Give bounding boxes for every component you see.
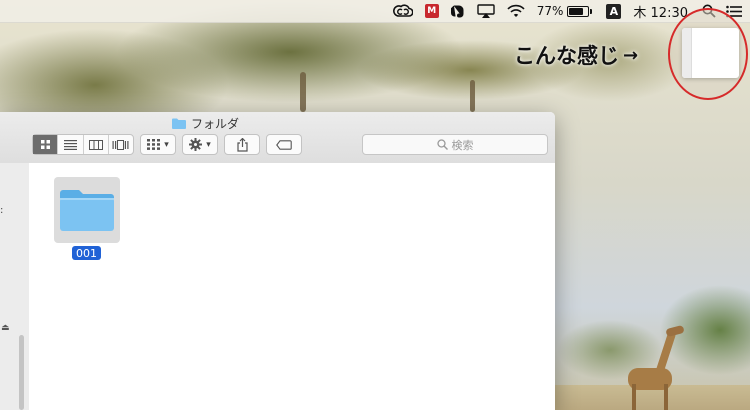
mcafee-icon[interactable]: M bbox=[424, 0, 439, 22]
chevron-down-icon: ▾ bbox=[164, 139, 169, 150]
battery-fill bbox=[569, 7, 583, 15]
list-view-button[interactable] bbox=[58, 135, 84, 154]
battery-status[interactable]: 77% bbox=[537, 0, 593, 22]
column-view-icon bbox=[88, 139, 103, 150]
view-mode-selector bbox=[32, 134, 134, 155]
menubar-clock[interactable]: 木 12:30 bbox=[633, 0, 688, 22]
creative-cloud-icon[interactable] bbox=[392, 0, 413, 22]
arrange-icon bbox=[147, 139, 161, 150]
sidebar-scrollbar[interactable] bbox=[19, 335, 24, 410]
column-view-button[interactable] bbox=[84, 135, 109, 154]
window-title: フォルダ bbox=[172, 115, 239, 131]
tree-trunk bbox=[470, 80, 475, 112]
arrange-button[interactable]: ▾ bbox=[140, 134, 176, 155]
annotation-text: こんな感じ bbox=[514, 44, 619, 68]
wifi-icon[interactable] bbox=[507, 0, 525, 22]
finder-sidebar[interactable]: : ⏏ bbox=[0, 163, 30, 410]
giraffe-leg bbox=[664, 384, 668, 410]
cover-flow-view-button[interactable] bbox=[109, 135, 133, 154]
arrow-icon: → bbox=[623, 44, 639, 66]
icon-view-button[interactable] bbox=[33, 135, 59, 154]
file-browser-area[interactable]: 001 bbox=[29, 163, 555, 410]
minimized-window-preview[interactable] bbox=[682, 28, 739, 78]
tags-button[interactable] bbox=[266, 134, 302, 155]
folder-name-label[interactable]: 001 bbox=[72, 246, 101, 260]
battery-icon bbox=[567, 5, 590, 17]
tree-trunk bbox=[300, 72, 306, 112]
battery-tip bbox=[590, 8, 593, 14]
search-field[interactable]: 検索 bbox=[362, 134, 548, 155]
list-view-icon bbox=[63, 139, 77, 150]
battery-percent: 77% bbox=[536, 4, 564, 18]
tag-icon bbox=[276, 139, 292, 150]
mcafee-letter: M bbox=[424, 4, 439, 18]
action-menu-button[interactable]: ▾ bbox=[182, 134, 218, 155]
gear-icon bbox=[189, 138, 203, 151]
search-icon bbox=[436, 139, 448, 150]
clock-text: 木 12:30 bbox=[633, 5, 688, 21]
folder-icon bbox=[60, 190, 114, 231]
eject-icon[interactable]: ⏏ bbox=[1, 323, 10, 333]
sidebar-partial-item: : bbox=[0, 205, 4, 216]
cover-flow-icon bbox=[112, 139, 129, 150]
evernote-icon[interactable] bbox=[450, 0, 465, 22]
folder-icon bbox=[172, 118, 186, 129]
share-icon bbox=[236, 137, 248, 152]
icon-view-icon bbox=[40, 140, 50, 149]
chevron-down-icon: ▾ bbox=[206, 139, 211, 150]
input-source-menu[interactable]: A bbox=[606, 0, 622, 22]
input-source-icon: A bbox=[606, 3, 622, 19]
menu-bar: M 77% A 木 12:30 bbox=[0, 0, 750, 23]
finder-toolbar: フォルダ ▾ ▾ 検索 bbox=[0, 112, 555, 164]
search-placeholder: 検索 bbox=[451, 138, 474, 152]
window-title-text: フォルダ bbox=[191, 116, 240, 131]
airplay-icon[interactable] bbox=[477, 0, 495, 22]
mini-window-sidebar bbox=[682, 28, 692, 78]
folder-item[interactable] bbox=[54, 177, 120, 243]
share-button[interactable] bbox=[224, 134, 260, 155]
giraffe-leg bbox=[632, 384, 636, 410]
finder-window: フォルダ ▾ ▾ 検索: ⏏ 001 bbox=[0, 112, 555, 410]
annotation-label: こんな感じ → bbox=[514, 40, 638, 70]
